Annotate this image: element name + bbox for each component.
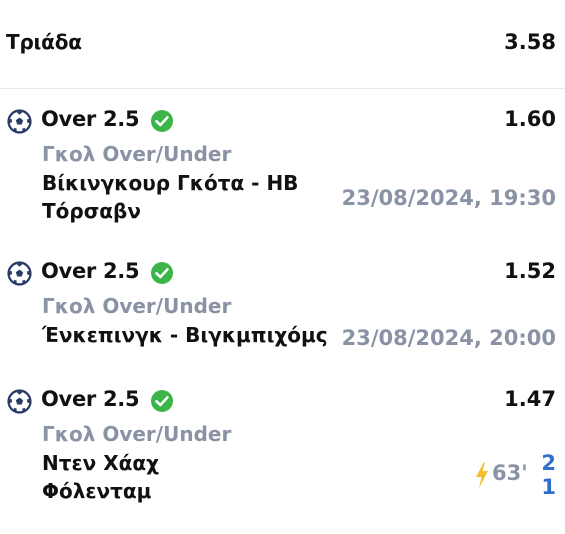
selection-row[interactable]: Over 2.5 1.47 Γκολ Over/Under Ντεν Χάαχ … — [0, 387, 565, 512]
away-score: 1 — [541, 475, 556, 499]
market-label: Γκολ Over/Under — [42, 422, 232, 446]
bet-summary-header: Τριάδα 3.58 — [0, 0, 565, 89]
match-teams: Ντεν Χάαχ Φόλενταμ — [42, 449, 159, 505]
soccer-ball-icon — [7, 389, 32, 414]
match-teams: Ένκεπινγκ - Βιγκμπιχόμς — [42, 321, 328, 349]
pick-label: Over 2.5 — [41, 107, 140, 131]
bet-type-title: Τριάδα — [6, 30, 82, 54]
selection-header: Over 2.5 1.52 — [0, 259, 565, 289]
team-line: Φόλενταμ — [42, 479, 152, 503]
selection-header: Over 2.5 1.60 — [0, 107, 565, 137]
live-minute: 63' — [492, 461, 528, 485]
market-label: Γκολ Over/Under — [42, 142, 232, 166]
soccer-ball-icon — [7, 109, 32, 134]
selection-row[interactable]: Over 2.5 1.52 Γκολ Over/Under Ένκεπινγκ … — [0, 259, 565, 359]
selection-header: Over 2.5 1.47 — [0, 387, 565, 417]
match-datetime: 23/08/2024, 19:30 — [341, 186, 556, 210]
pick-label: Over 2.5 — [41, 387, 140, 411]
home-score: 2 — [541, 451, 556, 475]
market-label: Γκολ Over/Under — [42, 294, 232, 318]
selection-row[interactable]: Over 2.5 1.60 Γκολ Over/Under Βίκινγκουρ… — [0, 107, 565, 227]
match-teams: Βίκινγκουρ Γκότα - ΗΒ Τόρσαβν — [42, 169, 298, 225]
pick-label: Over 2.5 — [41, 259, 140, 283]
selection-odds: 1.52 — [504, 259, 556, 283]
team-line: Βίκινγκουρ Γκότα - ΗΒ — [42, 171, 299, 195]
check-circle-icon — [151, 262, 173, 284]
team-line: Ντεν Χάαχ — [42, 451, 160, 475]
selection-odds: 1.60 — [504, 107, 556, 131]
soccer-ball-icon — [7, 261, 32, 286]
team-line: Ένκεπινγκ - Βιγκμπιχόμς — [42, 323, 328, 347]
match-datetime: 23/08/2024, 20:00 — [341, 326, 556, 350]
check-circle-icon — [151, 390, 173, 412]
lightning-icon — [476, 462, 488, 488]
live-status: 63' 2 1 — [456, 451, 556, 503]
check-circle-icon — [151, 110, 173, 132]
selection-odds: 1.47 — [504, 387, 556, 411]
team-line: Τόρσαβν — [42, 199, 141, 223]
total-odds: 3.58 — [504, 30, 556, 54]
